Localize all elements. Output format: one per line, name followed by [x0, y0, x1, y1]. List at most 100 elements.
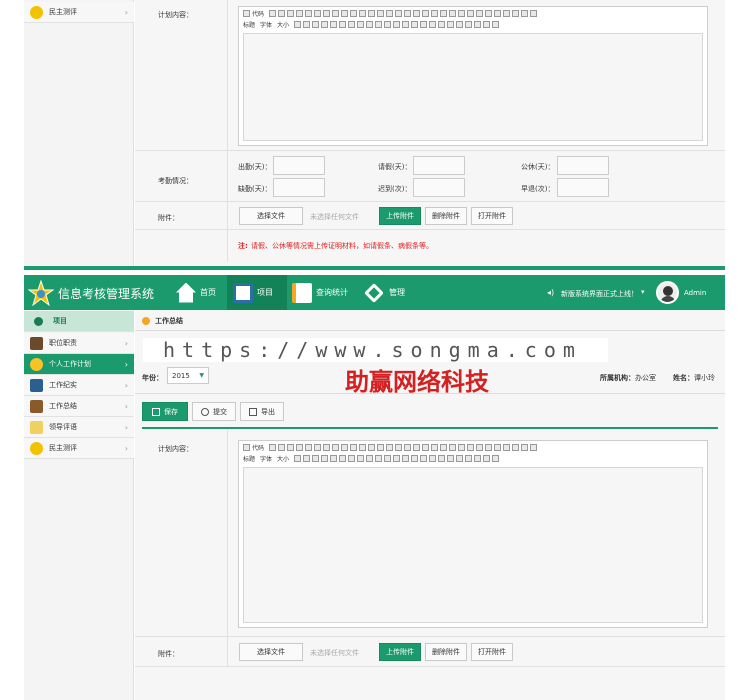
app-title: 信息考核管理系统	[58, 287, 155, 301]
upload-attachment-button[interactable]: 上传附件	[379, 643, 421, 661]
sidebar-item-label: 民主测评	[49, 8, 77, 16]
name-field: 姓名：谭小玲	[673, 374, 715, 382]
attendance-days-input[interactable]	[273, 156, 325, 175]
year-value: 2015	[172, 372, 190, 380]
avatar[interactable]	[656, 281, 679, 304]
book-icon	[30, 336, 43, 350]
leave-days-label: 请假(天)：	[378, 163, 412, 171]
sidebar-item-duties[interactable]: 职位职责 ›	[24, 333, 134, 354]
delete-attachment-button[interactable]: 删除附件	[425, 643, 467, 661]
sidebar-item-label: 个人工作计划	[49, 360, 91, 368]
plan-content-label: 计划内容：	[158, 445, 193, 453]
title-button[interactable]: 标题	[243, 454, 255, 463]
chevron-right-icon: ›	[124, 401, 128, 411]
title-button[interactable]: 标题	[243, 20, 255, 29]
breadcrumb-bar	[135, 311, 725, 331]
breadcrumb: 工作总结	[155, 317, 183, 325]
absent-days-input[interactable]	[273, 178, 325, 197]
font-button[interactable]: 字体	[260, 20, 272, 29]
note-text: 请假、公休等情况需上传证明材料，如请假条、病假条等。	[251, 242, 433, 250]
action-bar	[135, 393, 725, 394]
chevron-right-icon: ›	[124, 7, 128, 17]
chevron-right-icon: ›	[124, 338, 128, 348]
open-attachment-button[interactable]: 打开附件	[471, 643, 513, 661]
nav-query-stats[interactable]: 查询统计	[292, 275, 362, 310]
plan-editor[interactable]: 代码 标题 字体 大小	[238, 440, 708, 628]
attendance-days-label: 出勤(天)：	[238, 163, 272, 171]
sidebar-item-personal-plan[interactable]: 个人工作计划 ›	[24, 354, 134, 375]
upload-attachment-button[interactable]: 上传附件	[379, 207, 421, 225]
chevron-right-icon: ›	[124, 359, 128, 369]
size-button[interactable]: 大小	[277, 20, 289, 29]
chevron-right-icon: ›	[124, 443, 128, 453]
sidebar-item-democratic-eval-top[interactable]: 民主测评 ›	[24, 2, 134, 23]
absent-days-label: 缺勤(天)：	[238, 185, 272, 193]
breadcrumb-icon	[142, 317, 150, 325]
dropdown-caret-icon: ▼	[199, 372, 204, 379]
nav-project[interactable]: 项目	[227, 275, 287, 310]
chevron-down-icon[interactable]: ▾	[641, 288, 645, 296]
sidebar-item-work-summary[interactable]: 工作总结 ›	[24, 396, 134, 417]
leave-days-input[interactable]	[413, 156, 465, 175]
choose-file-button[interactable]: 选择文件	[239, 643, 303, 661]
sidebar-head-project[interactable]: 项目	[24, 311, 134, 332]
year-select[interactable]: 2015 ▼	[167, 367, 209, 384]
sidebar-item-label: 领导评语	[49, 423, 77, 431]
editor-toolbar-row1[interactable]: 代码	[243, 9, 538, 18]
speaker-icon: ◂)	[547, 288, 555, 297]
tools-icon	[364, 282, 384, 303]
no-file-text: 未选择任何文件	[310, 213, 359, 221]
monitor-icon	[30, 378, 43, 392]
attachment-label: 附件：	[158, 214, 179, 222]
year-label: 年份：	[142, 374, 163, 382]
sidebar-head-label: 项目	[53, 317, 67, 325]
export-button[interactable]: 导出	[240, 402, 284, 421]
sidebar-item-work-record[interactable]: 工作纪实 ›	[24, 375, 134, 396]
holiday-days-input[interactable]	[557, 156, 609, 175]
nav-home[interactable]: 首页	[176, 275, 226, 310]
clock-icon	[30, 357, 43, 371]
sidebar-item-democratic-eval[interactable]: 民主测评 ›	[24, 438, 134, 459]
nav-manage[interactable]: 管理	[364, 275, 422, 310]
note-prefix: 注:	[238, 242, 248, 250]
save-button[interactable]: 保存	[142, 402, 188, 421]
early-leave-label: 早退(次)：	[521, 185, 555, 193]
check-circle-icon	[201, 407, 209, 416]
smiley-icon	[30, 5, 43, 19]
chevron-right-icon: ›	[124, 422, 128, 432]
top-sidebar	[24, 0, 134, 266]
code-button[interactable]: 代码	[252, 443, 264, 452]
app-logo	[27, 279, 55, 307]
code-button[interactable]: 代码	[252, 9, 264, 18]
editor-toolbar-row2[interactable]: 标题 字体 大小	[243, 20, 500, 29]
nav-home-label: 首页	[200, 288, 216, 297]
nav-query-label: 查询统计	[316, 288, 348, 297]
section-divider	[142, 427, 718, 429]
nav-project-label: 项目	[257, 288, 273, 297]
submit-button[interactable]: 提交	[192, 402, 236, 421]
chart-icon	[292, 282, 312, 303]
user-name[interactable]: Admin	[684, 289, 706, 297]
editor-toolbar-row2[interactable]: 标题 字体 大小	[243, 454, 500, 463]
delete-attachment-button[interactable]: 删除附件	[425, 207, 467, 225]
app-header: 信息考核管理系统 首页 项目 查询统计 管理 ◂) 新版系统界面正式上线！ ▾ …	[24, 275, 725, 310]
holiday-days-label: 公休(天)：	[521, 163, 555, 171]
plan-editor-top[interactable]: 代码 标题 字体 大小	[238, 6, 708, 146]
choose-file-button[interactable]: 选择文件	[239, 207, 303, 225]
sidebar-item-leader-comment[interactable]: 领导评语 ›	[24, 417, 134, 438]
plan-textarea[interactable]	[243, 467, 703, 623]
early-leave-input[interactable]	[557, 178, 609, 197]
top-accent-bar	[24, 266, 725, 270]
editor-toolbar-row1[interactable]: 代码	[243, 443, 538, 452]
late-times-input[interactable]	[413, 178, 465, 197]
plan-textarea-top[interactable]	[243, 33, 703, 141]
chevron-right-icon: ›	[124, 380, 128, 390]
open-attachment-button[interactable]: 打开附件	[471, 207, 513, 225]
sidebar-item-label: 工作总结	[49, 402, 77, 410]
sidebar-item-label: 职位职责	[49, 339, 77, 347]
announcement-text[interactable]: 新版系统界面正式上线！	[561, 289, 638, 299]
attendance-label: 考勤情况：	[158, 177, 193, 185]
size-button[interactable]: 大小	[277, 454, 289, 463]
font-button[interactable]: 字体	[260, 454, 272, 463]
export-icon	[249, 407, 257, 416]
